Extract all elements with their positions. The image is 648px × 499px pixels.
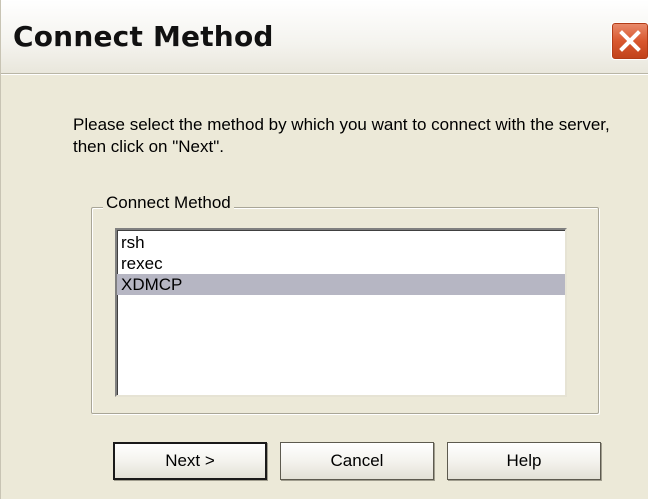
window-title: Connect Method	[13, 20, 274, 53]
title-divider	[1, 74, 648, 75]
help-button[interactable]: Help	[447, 442, 601, 480]
list-item-rsh[interactable]: rsh	[117, 232, 565, 253]
next-button[interactable]: Next >	[113, 442, 267, 480]
cancel-button[interactable]: Cancel	[280, 442, 434, 480]
close-icon	[619, 30, 641, 52]
groupbox-label: Connect Method	[103, 193, 234, 213]
title-bar: Connect Method	[1, 0, 648, 74]
connect-method-listbox[interactable]: rsh rexec XDMCP	[115, 228, 567, 397]
close-button[interactable]	[611, 22, 648, 60]
list-item-rexec[interactable]: rexec	[117, 253, 565, 274]
instruction-text: Please select the method by which you wa…	[73, 115, 610, 156]
connect-method-dialog: Connect Method Please select the method …	[0, 0, 648, 499]
list-item-xdmcp[interactable]: XDMCP	[117, 274, 565, 295]
